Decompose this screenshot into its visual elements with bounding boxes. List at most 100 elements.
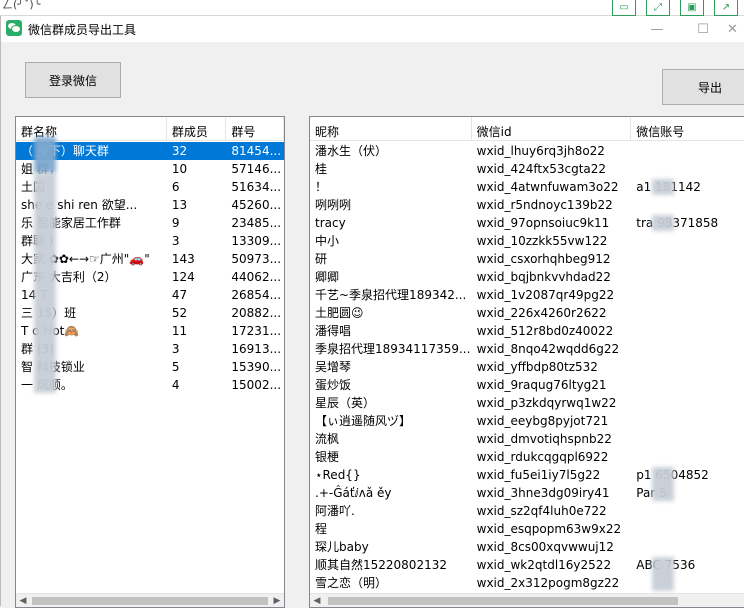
wechat-account-cell (631, 268, 744, 286)
wechat-account-cell (631, 250, 744, 268)
wxid-cell: wxid_2x312pogm8gz22 (476, 576, 620, 590)
member-count-cell: 6 (171, 180, 180, 194)
group-row[interactable]: 一 风顺。415002... (16, 376, 284, 394)
member-row[interactable]: 千艺~季泉招代理189342... wxid_1v2087qr49pg22 (310, 286, 744, 304)
column-nickname[interactable]: 昵称 (310, 117, 472, 141)
privacy-blur (652, 467, 674, 501)
member-row[interactable]: 潘得唱 wxid_512r8bd0z40022 (310, 322, 744, 340)
member-count-cell: 4 (171, 378, 180, 392)
member-row[interactable]: 流枫 wxid_dmvotiqhspnb22 (310, 430, 744, 448)
privacy-blur (34, 173, 56, 393)
member-row[interactable]: 土肥圆😉 wxid_226x4260r2622 (310, 304, 744, 322)
member-row[interactable]: 潘水生（伏） wxid_lhuy6rq3jh8o22 (310, 142, 744, 160)
title-bar: 微信群成员导出工具 — ☐ ✕ (1, 16, 744, 42)
member-row[interactable]: 雪之恋（明） wxid_2x312pogm8gz22 (310, 574, 744, 592)
member-row[interactable]: .+-Ĝáťⅈᴧǎ ěy wxid_3hne3dg09iry41 Par 5 (310, 484, 744, 502)
group-row[interactable]: 姐 群，1057146... (16, 160, 284, 178)
group-row[interactable]: 智 科技锁业 5 15390... (16, 358, 284, 376)
member-row[interactable]: 咧咧咧 wxid_r5ndnoyc139b22 (310, 196, 744, 214)
group-list-body: （ 身下）聊天群3281454...姐 群，1057146...土国651634… (16, 142, 284, 593)
group-row[interactable]: 广东 大吉利（2） 124 44062... (16, 268, 284, 286)
group-row[interactable]: 群聊 )313309... (16, 232, 284, 250)
wxid-cell: wxid_wk2qtdl16y2522 (476, 558, 612, 572)
scroll-thumb[interactable] (328, 597, 678, 605)
wechat-icon (6, 20, 22, 36)
wxid-cell: wxid_esqpopm63w9x22 (476, 522, 622, 536)
group-id-cell: 81454... (231, 144, 282, 158)
member-list-body: 潘水生（伏） wxid_lhuy6rq3jh8o22 桂 wxid_424ftx53c… (310, 142, 744, 593)
group-row[interactable]: 大家 ✿✿←→☞广州"🚗" 143 50973... (16, 250, 284, 268)
column-member-count[interactable]: 群成员 (167, 117, 227, 141)
member-count-cell: 124 (171, 270, 195, 284)
background-window-strip: ㄥ(╯ˇ)╰ ▭ ⤢ ▣ ↗ (0, 0, 744, 16)
member-row[interactable]: 琛儿baby wxid_8cs00xqvwwuj12 (310, 538, 744, 556)
column-group-id[interactable]: 群号 (226, 117, 284, 141)
group-list-scrollbar[interactable]: ◀ ▶ (16, 593, 284, 607)
group-row[interactable]: 三 15）班 52 20882... (16, 304, 284, 322)
member-list[interactable]: 昵称 微信id 微信账号 潘水生（伏） wxid_lhuy6rq3jh8o22 桂 w… (309, 116, 744, 608)
member-row[interactable]: 星辰（英） wxid_p3zkdqyrwq1w22 (310, 394, 744, 412)
member-row[interactable]: 吴增琴 wxid_yffbdp80tz532 (310, 358, 744, 376)
wxid-cell: wxid_8nqo42wqdd6g22 (476, 342, 620, 356)
group-row[interactable]: 乐 智能家居工作群 9 23485... (16, 214, 284, 232)
column-wechat-account[interactable]: 微信账号 (631, 117, 744, 141)
member-row[interactable]: 卿卿 wxid_bqjbnkvvhdad22 (310, 268, 744, 286)
group-row[interactable]: T o Hot🙈1117231... (16, 322, 284, 340)
member-row[interactable]: 【ぃ逍遥随风ヅ】 wxid_eeybg8pyjot721 (310, 412, 744, 430)
group-row[interactable]: 14 T4726854... (16, 286, 284, 304)
maximize-button[interactable]: ☐ (683, 16, 723, 42)
close-button[interactable]: ✕ (727, 16, 744, 42)
export-button[interactable]: 导出 (662, 69, 744, 105)
group-id-cell: 16913... (231, 342, 282, 356)
member-row[interactable]: tracy wxid_97opnsoiuc9k11 tra 98371858 (310, 214, 744, 232)
login-wechat-button[interactable]: 登录微信 (25, 62, 121, 98)
save-icon[interactable]: ▣ (680, 0, 704, 16)
wxid-cell: wxid_dmvotiqhspnb22 (476, 432, 612, 446)
member-row[interactable]: 蛋炒饭 wxid_9raqug76ltyg21 (310, 376, 744, 394)
minimize-button[interactable]: — (637, 16, 677, 42)
nickname-cell: 【ぃ逍遥随风ヅ】 (315, 414, 412, 428)
nickname-cell: 程 (315, 522, 328, 536)
group-list[interactable]: 群名称 群成员 群号 （ 身下）聊天群3281454...姐 群，1057146… (15, 116, 285, 608)
expand-icon[interactable]: ⤢ (646, 0, 670, 16)
member-row[interactable]: 研 wxid_csxorhqhbeg912 (310, 250, 744, 268)
group-row[interactable]: 群 (3)316913... (16, 340, 284, 358)
privacy-blur (652, 557, 674, 591)
member-row[interactable]: 银梗 wxid_rdukcqgqpl6922 (310, 448, 744, 466)
wxid-cell: wxid_10zzkk55vw122 (476, 234, 608, 248)
wechat-account-cell (631, 286, 744, 304)
member-count-cell: 52 (171, 306, 188, 320)
member-row[interactable]: ！ wxid_4atwnfuwam3o22 a1 181142 (310, 178, 744, 196)
wechat-account-cell (631, 142, 744, 160)
member-list-scrollbar[interactable]: ◀ (310, 593, 744, 607)
group-id-cell: 15390... (231, 360, 282, 374)
member-row[interactable]: 程 wxid_esqpopm63w9x22 (310, 520, 744, 538)
wechat-account-cell (631, 160, 744, 178)
column-wxid[interactable]: 微信id (472, 117, 632, 141)
nickname-cell: 琛儿baby (315, 540, 369, 554)
copy-icon[interactable]: ▭ (612, 0, 636, 16)
member-row[interactable]: 中小 wxid_10zzkk55vw122 (310, 232, 744, 250)
group-id-cell: 51634... (231, 180, 282, 194)
wechat-account-cell (631, 322, 744, 340)
wechat-account-cell (631, 502, 744, 520)
nickname-cell: 研 (315, 252, 328, 266)
share-icon[interactable]: ↗ (714, 0, 738, 16)
wxid-cell: wxid_1v2087qr49pg22 (476, 288, 615, 302)
wxid-cell: wxid_4atwnfuwam3o22 (476, 180, 619, 194)
group-row[interactable]: she e shi ren 欲望... 13 45260... (16, 196, 284, 214)
wechat-account-cell (631, 304, 744, 322)
member-row[interactable]: ⋆Red{} wxid_fu5ei1iy7l5g22 p1 6504852 (310, 466, 744, 484)
group-row[interactable]: 土国 6 51634... (16, 178, 284, 196)
wechat-account-cell: p1 6504852 (636, 468, 709, 482)
member-row[interactable]: 阿潘吖. wxid_sz2qf4luh0e722 (310, 502, 744, 520)
member-row[interactable]: 顺其自然15220802132 wxid_wk2qtdl16y2522 ABC 75… (310, 556, 744, 574)
group-id-cell: 20882... (231, 306, 282, 320)
member-row[interactable]: 桂 wxid_424ftx53cgta22 (310, 160, 744, 178)
wechat-account-cell: ABC 7536 (636, 558, 696, 572)
group-id-cell: 50973... (231, 252, 282, 266)
wxid-cell: wxid_3hne3dg09iry41 (476, 486, 610, 500)
member-row[interactable]: 季泉招代理18934117359... wxid_8nqo42wqdd6g22 (310, 340, 744, 358)
scroll-thumb[interactable] (32, 597, 268, 605)
group-row[interactable]: （ 身下）聊天群 32 81454... (16, 142, 284, 160)
